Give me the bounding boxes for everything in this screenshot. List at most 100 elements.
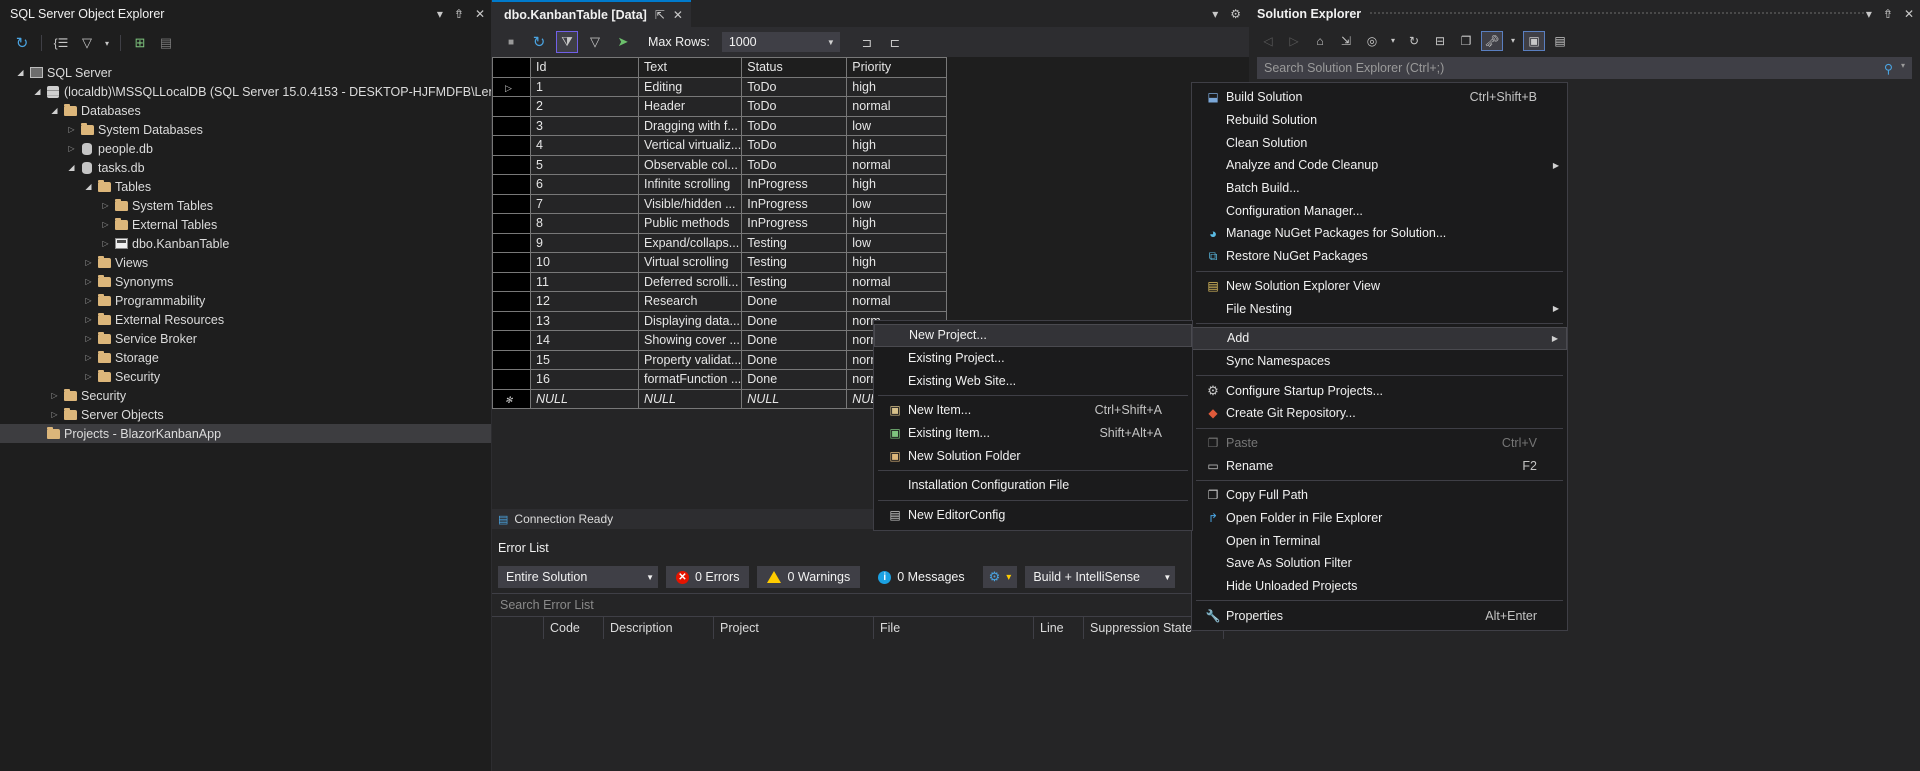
pending-changes-icon[interactable]: ⇲ bbox=[1335, 31, 1357, 51]
menu-item[interactable]: Existing Project... bbox=[874, 347, 1192, 370]
error-list-column-header[interactable]: Line bbox=[1034, 617, 1084, 639]
cell-id[interactable]: 15 bbox=[531, 350, 639, 370]
cell-id[interactable]: 7 bbox=[531, 194, 639, 214]
close-icon[interactable]: ✕ bbox=[1904, 7, 1914, 21]
cell-id[interactable]: 11 bbox=[531, 272, 639, 292]
cell-status[interactable]: ToDo bbox=[742, 97, 847, 117]
menu-item[interactable]: ▤New EditorConfig bbox=[874, 504, 1192, 527]
tab-dbo-kanbantable-data[interactable]: dbo.KanbanTable [Data] ⇱ ✕ bbox=[492, 0, 691, 27]
errors-filter-button[interactable]: ✕ 0 Errors bbox=[666, 566, 749, 588]
menu-item[interactable]: Sync Namespaces bbox=[1192, 350, 1567, 373]
cell-id[interactable]: 8 bbox=[531, 214, 639, 234]
cell-id[interactable]: 12 bbox=[531, 292, 639, 312]
tree-item[interactable]: ▷dbo.KanbanTable bbox=[0, 234, 491, 253]
row-selector[interactable] bbox=[493, 233, 531, 253]
show-all-files-icon[interactable]: ❐ bbox=[1455, 31, 1477, 51]
refresh-icon[interactable]: ↻ bbox=[1403, 31, 1425, 51]
cell-text[interactable]: Public methods bbox=[639, 214, 742, 234]
cell-text[interactable]: Property validat... bbox=[639, 350, 742, 370]
cell-id[interactable]: 10 bbox=[531, 253, 639, 273]
menu-item[interactable]: Clean Solution bbox=[1192, 131, 1567, 154]
table-row[interactable]: 10Virtual scrollingTestinghigh bbox=[493, 253, 947, 273]
row-selector[interactable] bbox=[493, 175, 531, 195]
scope-select[interactable]: Entire Solution ▼ bbox=[498, 566, 658, 588]
row-selector[interactable] bbox=[493, 253, 531, 273]
tree-item[interactable]: ▷System Tables bbox=[0, 196, 491, 215]
cell-text[interactable]: formatFunction ... bbox=[639, 370, 742, 390]
table-row[interactable]: 6Infinite scrollingInProgresshigh bbox=[493, 175, 947, 195]
cell-text[interactable]: Dragging with f... bbox=[639, 116, 742, 136]
tree-item[interactable]: ▷System Databases bbox=[0, 120, 491, 139]
row-selector[interactable] bbox=[493, 311, 531, 331]
search-filter-icon[interactable]: ⚲ bbox=[1884, 61, 1893, 76]
row-selector[interactable] bbox=[493, 214, 531, 234]
preview-selected-items-icon[interactable]: ▣ bbox=[1523, 31, 1545, 51]
dropdown-icon[interactable]: ▾ bbox=[437, 7, 443, 21]
pin-icon[interactable]: ⇮ bbox=[454, 7, 464, 21]
filter-dropdown-icon[interactable]: ▾ bbox=[101, 32, 113, 54]
menu-item[interactable]: File Nesting▶ bbox=[1192, 297, 1567, 320]
error-list-search-input[interactable]: Search Error List bbox=[492, 593, 1249, 617]
row-selector[interactable] bbox=[493, 350, 531, 370]
cell-id[interactable]: 3 bbox=[531, 116, 639, 136]
menu-item[interactable]: ◕Manage NuGet Packages for Solution... bbox=[1192, 222, 1567, 245]
row-selector[interactable] bbox=[493, 116, 531, 136]
menu-item[interactable]: ⬓Build SolutionCtrl+Shift+B bbox=[1192, 86, 1567, 109]
refresh-icon[interactable]: ↻ bbox=[10, 32, 34, 54]
cell-id[interactable]: 13 bbox=[531, 311, 639, 331]
filter-icon[interactable]: ▽ bbox=[584, 31, 606, 53]
tree-expander-icon[interactable]: ▷ bbox=[99, 202, 112, 210]
cell-status[interactable]: Testing bbox=[742, 272, 847, 292]
cell-priority[interactable]: high bbox=[847, 175, 947, 195]
menu-item[interactable]: Existing Web Site... bbox=[874, 369, 1192, 392]
table-row[interactable]: 8Public methodsInProgresshigh bbox=[493, 214, 947, 234]
dropdown-icon[interactable]: ▾ bbox=[1866, 7, 1872, 21]
cell-text[interactable]: Observable col... bbox=[639, 155, 742, 175]
cell-priority[interactable]: low bbox=[847, 233, 947, 253]
tree-expander-icon[interactable]: ▷ bbox=[82, 297, 95, 305]
table-row[interactable]: 9Expand/collaps...Testinglow bbox=[493, 233, 947, 253]
menu-item[interactable]: ⚙Configure Startup Projects... bbox=[1192, 379, 1567, 402]
sql-object-tree[interactable]: ◢SQL Server◢(localdb)\MSSQLLocalDB (SQL … bbox=[0, 63, 491, 443]
cell-id[interactable]: 6 bbox=[531, 175, 639, 195]
filter-icon[interactable]: ▽ bbox=[75, 32, 99, 54]
menu-item[interactable]: ↱Open Folder in File Explorer bbox=[1192, 507, 1567, 530]
cell-status[interactable]: ToDo bbox=[742, 116, 847, 136]
intellisense-filter-icon[interactable]: ⚙▾ bbox=[983, 566, 1018, 588]
sync-dropdown-icon[interactable]: ▾ bbox=[1387, 31, 1399, 51]
script-icon[interactable]: ➤ bbox=[612, 31, 634, 53]
sync-with-active-document-icon[interactable]: ◎ bbox=[1361, 31, 1383, 51]
tree-item[interactable]: ▷Server Objects bbox=[0, 405, 491, 424]
cell-priority[interactable]: normal bbox=[847, 272, 947, 292]
cell-id[interactable]: NULL bbox=[531, 389, 639, 409]
cell-text[interactable]: Deferred scrolli... bbox=[639, 272, 742, 292]
tab-close-icon[interactable]: ✕ bbox=[673, 8, 683, 22]
cell-status[interactable]: Done bbox=[742, 350, 847, 370]
tree-expander-icon[interactable]: ◢ bbox=[65, 164, 78, 172]
column-header[interactable]: Text bbox=[639, 58, 742, 78]
tree-item[interactable]: ▷External Tables bbox=[0, 215, 491, 234]
tree-item[interactable]: ▷Programmability bbox=[0, 291, 491, 310]
search-solution-explorer-input[interactable]: Search Solution Explorer (Ctrl+;) ⚲ ▾ bbox=[1257, 57, 1912, 79]
properties-window-icon[interactable]: 🗝 bbox=[1481, 31, 1503, 51]
tab-pin-icon[interactable]: ⇱ bbox=[655, 8, 665, 22]
cell-priority[interactable]: low bbox=[847, 194, 947, 214]
menu-item[interactable]: ❐Copy Full Path bbox=[1192, 484, 1567, 507]
tree-item[interactable]: Projects - BlazorKanbanApp bbox=[0, 424, 491, 443]
tree-expander-icon[interactable]: ◢ bbox=[31, 88, 44, 96]
row-selector[interactable] bbox=[493, 136, 531, 156]
cell-status[interactable]: ToDo bbox=[742, 155, 847, 175]
cell-status[interactable]: Testing bbox=[742, 253, 847, 273]
column-header[interactable]: Id bbox=[531, 58, 639, 78]
cell-status[interactable]: NULL bbox=[742, 389, 847, 409]
cell-status[interactable]: Done bbox=[742, 370, 847, 390]
menu-item[interactable]: Analyze and Code Cleanup▶ bbox=[1192, 154, 1567, 177]
cell-text[interactable]: Research bbox=[639, 292, 742, 312]
new-query-icon[interactable]: ▤ bbox=[154, 32, 178, 54]
tree-item[interactable]: ◢(localdb)\MSSQLLocalDB (SQL Server 15.0… bbox=[0, 82, 491, 101]
cell-id[interactable]: 16 bbox=[531, 370, 639, 390]
cell-priority[interactable]: high bbox=[847, 214, 947, 234]
menu-item[interactable]: ◆Create Git Repository... bbox=[1192, 402, 1567, 425]
max-rows-input[interactable]: 1000 ▼ bbox=[722, 32, 840, 52]
cell-text[interactable]: Virtual scrolling bbox=[639, 253, 742, 273]
